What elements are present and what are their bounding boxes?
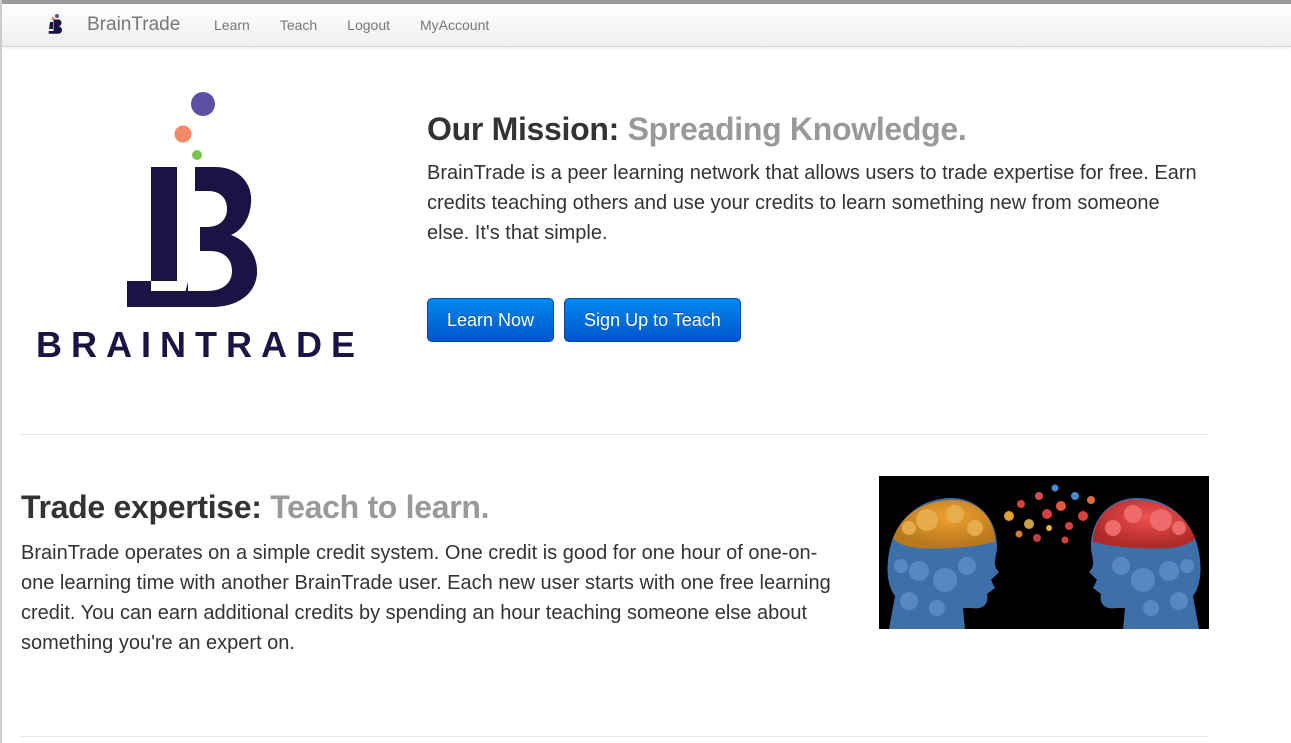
mission-heading-strong: Our Mission: xyxy=(427,111,619,147)
nav-link-teach[interactable]: Teach xyxy=(265,4,332,46)
logo-dot-orange xyxy=(174,125,192,143)
mission-heading-muted: Spreading Knowledge. xyxy=(627,111,967,147)
flying-gears xyxy=(1004,484,1095,544)
nav-link-logout[interactable]: Logout xyxy=(332,4,405,46)
trade-section: Trade expertise: Teach to learn. BrainTr… xyxy=(21,486,831,658)
section-divider-bottom xyxy=(21,736,1208,737)
trade-heading: Trade expertise: Teach to learn. xyxy=(21,486,831,528)
logo-mark xyxy=(127,167,258,307)
section-divider xyxy=(21,434,1208,435)
logo-dot-green xyxy=(192,150,202,160)
logo-wordmark: BRAINTRADE xyxy=(36,324,364,365)
logo-dot-purple xyxy=(191,92,215,116)
mission-heading: Our Mission: Spreading Knowledge. xyxy=(427,108,1207,150)
mission-text: BrainTrade is a peer learning network th… xyxy=(427,162,1197,244)
window-left-border xyxy=(0,0,2,743)
nav-link-myaccount[interactable]: MyAccount xyxy=(405,4,504,46)
nav-link-learn[interactable]: Learn xyxy=(199,4,265,46)
braintrade-logo-icon[interactable] xyxy=(44,13,66,37)
mission-buttons: Learn Now Sign Up to Teach xyxy=(427,298,741,342)
left-head xyxy=(887,498,999,629)
navbar-links: Learn Teach Logout MyAccount xyxy=(199,4,504,46)
navbar: BrainTrade Learn Teach Logout MyAccount xyxy=(2,4,1291,47)
trade-heading-muted: Teach to learn. xyxy=(270,489,490,525)
mission-section: Our Mission: Spreading Knowledge. BrainT… xyxy=(427,108,1207,248)
learn-now-button[interactable]: Learn Now xyxy=(427,298,555,342)
trade-text: BrainTrade operates on a simple credit s… xyxy=(21,542,831,654)
trade-heading-strong: Trade expertise: xyxy=(21,489,262,525)
braintrade-logo: BRAINTRADE xyxy=(36,92,364,365)
navbar-brand[interactable]: BrainTrade xyxy=(87,14,180,36)
right-head xyxy=(1089,498,1201,629)
heads-with-gears-illustration xyxy=(879,476,1209,629)
sign-up-teach-button[interactable]: Sign Up to Teach xyxy=(564,298,741,342)
